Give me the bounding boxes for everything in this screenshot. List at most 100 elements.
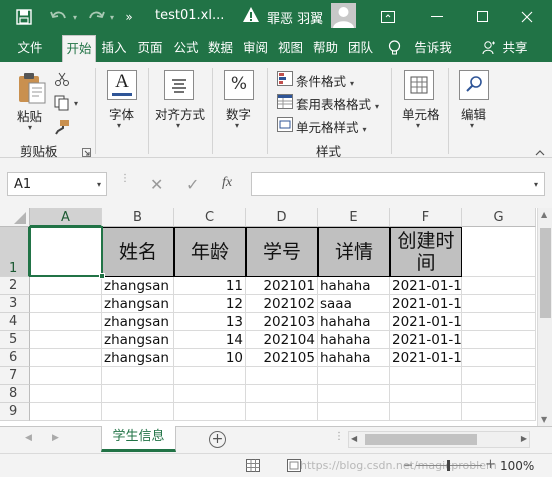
paste-dropdown-icon[interactable]: ▾: [28, 123, 32, 132]
data-cell[interactable]: [30, 385, 102, 403]
font-label[interactable]: 字体: [109, 104, 134, 123]
column-header[interactable]: C: [174, 208, 246, 227]
row-header[interactable]: 2: [0, 277, 30, 295]
zoom-slider[interactable]: [416, 460, 482, 471]
customize-toolbar-icon[interactable]: »: [122, 7, 136, 27]
data-cell[interactable]: [462, 295, 536, 313]
horizontal-scroll-thumb[interactable]: [365, 434, 477, 445]
header-cell[interactable]: 创建时间: [390, 227, 462, 277]
page-layout-view-icon[interactable]: [287, 459, 301, 475]
tab-data[interactable]: 数据: [204, 33, 237, 62]
worksheet-grid[interactable]: ABCDEFG 123456789 姓名 年龄 学号 详情 创建时间 zhangsan 11…: [0, 208, 552, 426]
data-cell[interactable]: [462, 403, 536, 421]
data-cell[interactable]: [390, 385, 462, 403]
row-header[interactable]: 8: [0, 385, 30, 403]
scroll-down-icon[interactable]: ▼: [541, 415, 547, 424]
number-dropdown-icon[interactable]: ▾: [235, 121, 239, 130]
tab-formulas[interactable]: 公式: [170, 33, 202, 62]
data-cell[interactable]: 2021-01-19: [390, 349, 462, 367]
data-cell[interactable]: [102, 403, 174, 421]
data-cell[interactable]: saaa: [318, 295, 390, 313]
data-cell[interactable]: [462, 385, 536, 403]
data-cell[interactable]: zhangsan: [102, 331, 174, 349]
undo-icon[interactable]: [48, 7, 70, 27]
redo-icon[interactable]: [85, 7, 107, 27]
data-cell[interactable]: zhangsan: [102, 295, 174, 313]
maximize-icon[interactable]: [462, 0, 502, 33]
number-format-icon[interactable]: %: [224, 70, 254, 100]
vertical-scrollbar[interactable]: ▲ ▼: [537, 208, 552, 426]
row-header[interactable]: 3: [0, 295, 30, 313]
undo-dropdown-icon[interactable]: ▾: [70, 7, 80, 27]
data-cell[interactable]: [462, 367, 536, 385]
warning-icon[interactable]: [242, 6, 260, 24]
data-cell[interactable]: 202102: [246, 295, 318, 313]
data-cell[interactable]: 2021-01-19: [390, 331, 462, 349]
header-cell[interactable]: 详情: [318, 227, 390, 277]
copy-icon[interactable]: [54, 95, 70, 114]
data-cell[interactable]: [30, 403, 102, 421]
data-cell[interactable]: hahaha: [318, 331, 390, 349]
horizontal-scrollbar[interactable]: ◀ ▶: [348, 431, 530, 448]
data-cell[interactable]: 202105: [246, 349, 318, 367]
prev-sheet-icon[interactable]: ◀: [25, 433, 32, 443]
tab-page-layout[interactable]: 页面: [133, 33, 167, 62]
name-box[interactable]: A1 ▾: [7, 172, 107, 196]
tab-review[interactable]: 审阅: [239, 33, 272, 62]
column-header[interactable]: B: [102, 208, 174, 227]
data-cell[interactable]: [102, 385, 174, 403]
data-cell[interactable]: [30, 367, 102, 385]
data-cell[interactable]: 202104: [246, 331, 318, 349]
tab-insert[interactable]: 插入: [98, 33, 130, 62]
lightbulb-icon[interactable]: [388, 40, 401, 59]
data-cell[interactable]: hahaha: [318, 349, 390, 367]
share-button[interactable]: 共享: [499, 33, 531, 62]
vertical-scroll-thumb[interactable]: [540, 228, 551, 318]
user-name[interactable]: 罪恶 羽翼: [267, 8, 323, 27]
save-icon[interactable]: [14, 7, 34, 27]
tab-view[interactable]: 视图: [274, 33, 307, 62]
data-cell[interactable]: [318, 403, 390, 421]
row-header[interactable]: 4: [0, 313, 30, 331]
select-all-button[interactable]: [0, 208, 30, 227]
collapse-ribbon-icon[interactable]: [535, 145, 545, 159]
data-cell[interactable]: [174, 367, 246, 385]
data-cell[interactable]: [390, 403, 462, 421]
data-cell[interactable]: hahaha: [318, 277, 390, 295]
redo-dropdown-icon[interactable]: ▾: [107, 7, 117, 27]
minimize-icon[interactable]: [417, 0, 457, 33]
data-cell[interactable]: zhangsan: [102, 313, 174, 331]
format-painter-icon[interactable]: [54, 119, 70, 138]
editing-dropdown-icon[interactable]: ▾: [470, 121, 474, 130]
data-cell[interactable]: 202101: [246, 277, 318, 295]
data-cell[interactable]: [318, 385, 390, 403]
header-cell[interactable]: [462, 227, 536, 277]
data-cell[interactable]: [102, 367, 174, 385]
data-cell[interactable]: [30, 331, 102, 349]
header-cell[interactable]: 年龄: [174, 227, 246, 277]
scroll-right-icon[interactable]: ▶: [521, 434, 527, 443]
conditional-format-button[interactable]: 条件格式 ▾: [296, 71, 354, 90]
data-cell[interactable]: [318, 367, 390, 385]
cell-styles-icon[interactable]: [277, 117, 293, 135]
tab-file[interactable]: 文件: [10, 33, 50, 62]
cell-styles-button[interactable]: 单元格样式 ▾: [296, 117, 367, 136]
column-header[interactable]: G: [462, 208, 536, 227]
data-cell[interactable]: [462, 349, 536, 367]
cells-dropdown-icon[interactable]: ▾: [416, 121, 420, 130]
data-cell[interactable]: [390, 367, 462, 385]
share-icon[interactable]: [482, 41, 496, 58]
zoom-slider-thumb[interactable]: [447, 460, 450, 471]
column-header[interactable]: D: [246, 208, 318, 227]
data-cell[interactable]: hahaha: [318, 313, 390, 331]
cut-icon[interactable]: [54, 71, 70, 90]
data-cell[interactable]: zhangsan: [102, 277, 174, 295]
data-cell[interactable]: 11: [174, 277, 246, 295]
sheet-tab-students[interactable]: 学生信息: [101, 426, 176, 452]
data-cell[interactable]: [246, 403, 318, 421]
data-cell[interactable]: zhangsan: [102, 349, 174, 367]
column-header[interactable]: F: [390, 208, 462, 227]
row-header[interactable]: 9: [0, 403, 30, 421]
row-header[interactable]: 1: [0, 227, 30, 277]
insert-function-icon[interactable]: fx: [222, 175, 232, 191]
